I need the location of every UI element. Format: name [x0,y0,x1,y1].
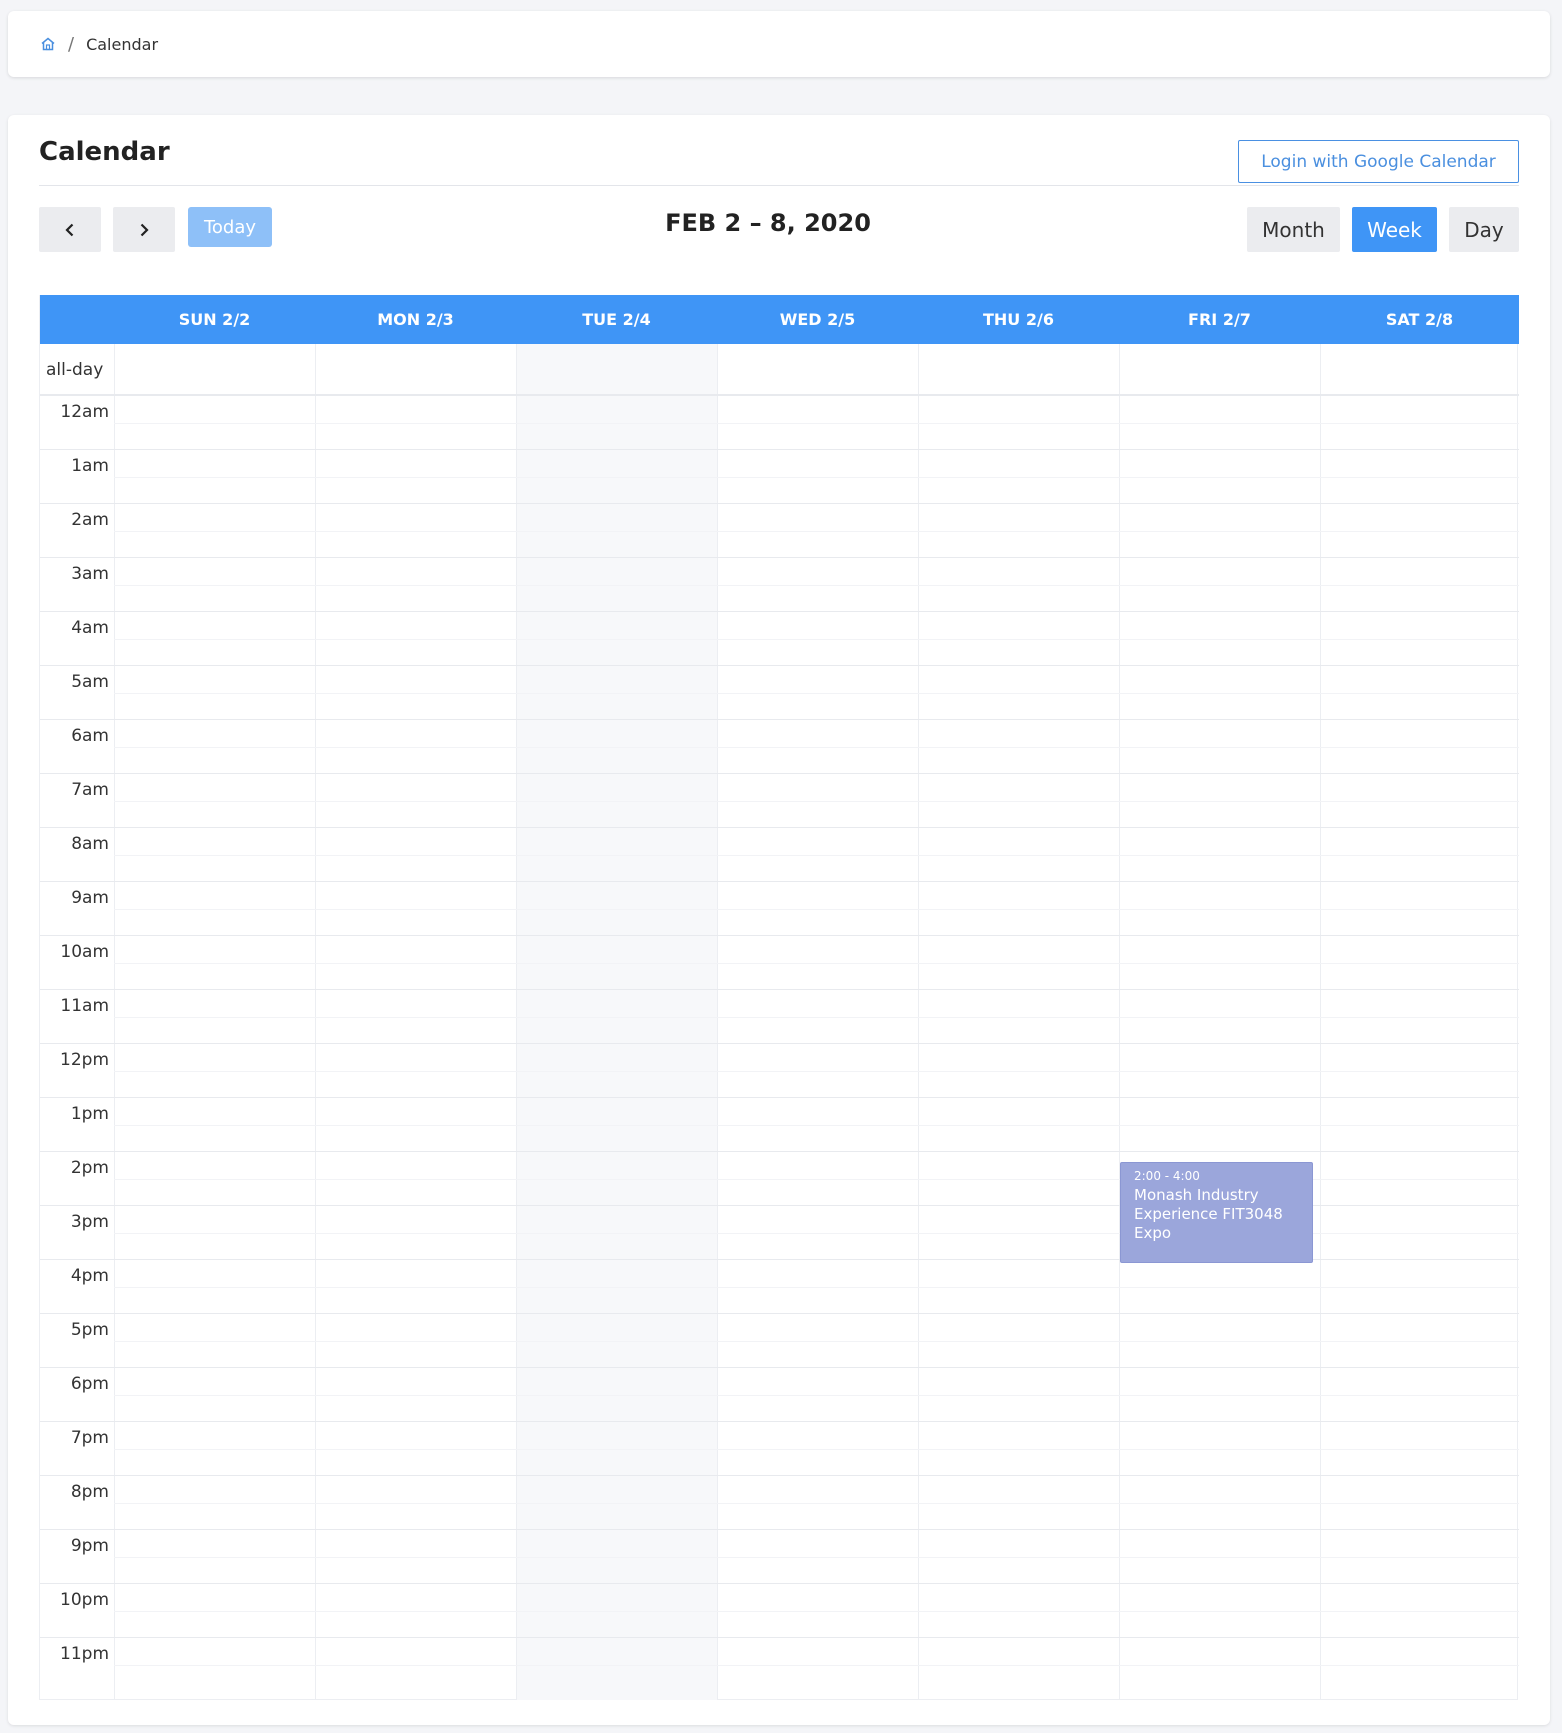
half-hour-line [114,693,1519,694]
half-hour-line [114,531,1519,532]
breadcrumb-separator: / [68,33,75,55]
day-header: SAT 2/8 [1385,310,1454,329]
title-divider [39,185,1519,186]
breadcrumb-current: Calendar [86,34,159,54]
event-time: 2:00 - 4:00 [1134,1169,1200,1183]
hour-label: 10pm [60,1590,109,1610]
hour-label: 2am [71,510,109,530]
half-hour-line [114,1449,1519,1450]
google-calendar-login-button[interactable]: Login with Google Calendar [1238,140,1519,183]
hour-row[interactable]: 7am [40,773,1519,827]
hour-label: 11am [60,996,109,1016]
today-button[interactable]: Today [188,207,272,247]
day-header: TUE 2/4 [582,310,651,329]
chevron-right-icon [140,223,149,236]
half-hour-line [114,1287,1519,1288]
hour-label: 10am [60,942,109,962]
half-hour-line [114,1341,1519,1342]
hour-label: 8pm [70,1482,109,1502]
half-hour-line [114,909,1519,910]
breadcrumb: / Calendar [8,11,1550,77]
hour-row[interactable]: 5pm [40,1313,1519,1367]
hour-row[interactable]: 1pm [40,1097,1519,1151]
prev-button[interactable] [39,207,101,252]
hour-row[interactable]: 6am [40,719,1519,773]
half-hour-line [114,855,1519,856]
half-hour-line [114,1557,1519,1558]
half-hour-line [114,1611,1519,1612]
hour-label: 12pm [60,1050,109,1070]
date-range-title: FEB 2 – 8, 2020 [665,209,871,237]
day-header: WED 2/5 [779,310,856,329]
hour-row[interactable]: 7pm [40,1421,1519,1475]
all-day-label: all-day [46,360,104,380]
hour-label: 9pm [70,1536,109,1556]
day-header: SUN 2/2 [178,310,251,329]
hour-row[interactable]: 6pm [40,1367,1519,1421]
hour-row[interactable]: 9pm [40,1529,1519,1583]
view-day-button[interactable]: Day [1449,207,1519,252]
day-header: FRI 2/7 [1188,310,1251,329]
hour-label: 11pm [60,1644,109,1664]
hour-label: 7am [71,780,109,800]
hour-label: 5pm [70,1320,109,1340]
day-header: MON 2/3 [377,310,454,329]
hour-row[interactable]: 3am [40,557,1519,611]
next-button[interactable] [113,207,175,252]
half-hour-line [114,1503,1519,1504]
half-hour-line [114,1395,1519,1396]
hour-row[interactable]: 11am [40,989,1519,1043]
hour-label: 12am [60,402,109,422]
home-icon[interactable] [40,36,56,52]
hour-row[interactable]: 5am [40,665,1519,719]
all-day-row[interactable]: all-day [40,344,1519,395]
hour-row[interactable]: 4pm [40,1259,1519,1313]
half-hour-line [114,963,1519,964]
hour-row[interactable]: 1am [40,449,1519,503]
hour-label: 2pm [70,1158,109,1178]
half-hour-line [114,1125,1519,1126]
hour-row[interactable]: 2am [40,503,1519,557]
hour-label: 7pm [70,1428,109,1448]
hour-label: 6pm [70,1374,109,1394]
hour-label: 3pm [70,1212,109,1232]
hour-row[interactable]: 9am [40,881,1519,935]
hour-row[interactable]: 8pm [40,1475,1519,1529]
page-title: Calendar [39,137,170,167]
hour-row[interactable]: 12am [40,395,1519,449]
hour-row[interactable]: 12pm [40,1043,1519,1097]
hour-row[interactable]: 11pm [40,1637,1519,1691]
hour-label: 5am [71,672,109,692]
hour-label: 3am [71,564,109,584]
hour-label: 1am [71,456,109,476]
half-hour-line [114,747,1519,748]
hour-label: 1pm [70,1104,109,1124]
hour-row[interactable]: 4am [40,611,1519,665]
day-header: THU 2/6 [983,310,1054,329]
half-hour-line [114,801,1519,802]
chevron-left-icon [65,223,74,236]
week-grid: SUN 2/2 MON 2/3 TUE 2/4 WED 2/5 THU 2/6 … [39,295,1519,1700]
calendar-event[interactable]: 2:00 - 4:00 Monash Industry Experience F… [1120,1162,1313,1263]
hour-row[interactable]: 10pm [40,1583,1519,1637]
half-hour-line [114,423,1519,424]
hour-label: 8am [71,834,109,854]
hour-label: 6am [71,726,109,746]
hour-row[interactable]: 8am [40,827,1519,881]
view-week-button[interactable]: Week [1352,207,1437,252]
hour-label: 4am [71,618,109,638]
half-hour-line [114,1665,1519,1666]
half-hour-line [114,585,1519,586]
half-hour-line [114,1071,1519,1072]
hour-label: 4pm [70,1266,109,1286]
half-hour-line [114,1017,1519,1018]
event-title: Monash Industry Experience FIT3048 Expo [1134,1186,1283,1242]
day-header-row: SUN 2/2 MON 2/3 TUE 2/4 WED 2/5 THU 2/6 … [40,295,1519,344]
view-month-button[interactable]: Month [1247,207,1340,252]
calendar-card: Calendar Login with Google Calendar Toda… [8,115,1550,1725]
half-hour-line [114,639,1519,640]
hour-row[interactable]: 10am [40,935,1519,989]
half-hour-line [114,477,1519,478]
hour-label: 9am [71,888,109,908]
